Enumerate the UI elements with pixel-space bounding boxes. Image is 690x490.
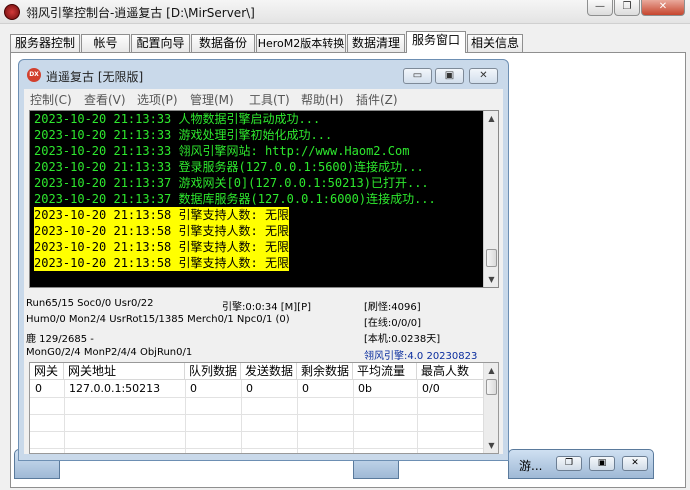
menu-plugins[interactable]: 插件(Z) — [356, 91, 398, 108]
log-line: 2023-10-20 21:13:33 翎风引擎网站: http://www.H… — [34, 144, 410, 158]
inner-minimize-button[interactable]: ▭ — [403, 68, 432, 84]
table-cell-queue[interactable]: 0 — [185, 380, 197, 397]
log-line-highlight: 2023-10-20 21:13:58 引擎支持人数: 无限 — [34, 239, 289, 255]
log-line: 2023-10-20 21:13:33 游戏处理引擎初始化成功... — [34, 128, 333, 142]
close-button[interactable]: ✕ — [641, 0, 685, 16]
mini-restore-icon[interactable]: ❐ — [556, 456, 582, 471]
tab-data-cleanup[interactable]: 数据清理 — [347, 34, 405, 53]
scroll-down-icon[interactable]: ▼ — [484, 272, 499, 287]
inner-close-button[interactable]: ✕ — [469, 68, 498, 84]
table-cell-max[interactable]: 0/0 — [417, 380, 440, 397]
scroll-thumb[interactable] — [486, 379, 497, 395]
status-deer: 鹿 129/2685 - — [26, 334, 94, 345]
table-cell-avg[interactable]: 0b — [353, 380, 372, 397]
col-remain-data[interactable]: 剩余数据 — [297, 363, 353, 380]
scroll-down-icon[interactable]: ▼ — [484, 438, 498, 453]
col-queue-data[interactable]: 队列数据 — [185, 363, 241, 380]
log-line-highlight: 2023-10-20 21:13:58 引擎支持人数: 无限 — [34, 207, 289, 223]
table-cell-address[interactable]: 127.0.0.1:50213 — [64, 380, 160, 397]
service-window-title: 逍遥复古 [无限版] — [46, 70, 144, 84]
minimize-button[interactable]: — — [587, 0, 613, 16]
log-line: 2023-10-20 21:13:33 人物数据引擎启动成功... — [34, 112, 321, 126]
status-hum: Hum0/0 Mon2/4 UsrRot15/1385 Merch0/1 Npc… — [26, 314, 290, 325]
inner-maximize-button[interactable]: ▣ — [435, 68, 464, 84]
status-refresh: [刷怪:4096] — [364, 302, 421, 313]
main-window-title: 翎风引擎控制台-逍遥复古 [D:\MirServer\] — [26, 6, 255, 20]
col-send-data[interactable]: 发送数据 — [241, 363, 297, 380]
tab-related-info[interactable]: 相关信息 — [467, 34, 523, 53]
log-console[interactable]: 2023-10-20 21:13:33 人物数据引擎启动成功... 2023-1… — [29, 110, 499, 288]
menu-control[interactable]: 控制(C) — [30, 91, 72, 108]
log-line-highlight: 2023-10-20 21:13:58 引擎支持人数: 无限 — [34, 223, 289, 239]
scroll-up-icon[interactable]: ▲ — [484, 363, 498, 378]
menu-bar: 控制(C) 查看(V) 选项(P) 管理(M) 工具(T) 帮助(H) 插件(Z… — [24, 89, 503, 108]
tab-herom2-convert[interactable]: HeroM2版本转换 — [256, 34, 346, 53]
service-window: DX 逍遥复古 [无限版] ▭ ▣ ✕ 控制(C) 查看(V) 选项(P) 管理… — [18, 59, 509, 461]
restore-button[interactable]: ❐ — [614, 0, 640, 16]
log-line: 2023-10-20 21:13:33 登录服务器(127.0.0.1:5600… — [34, 160, 424, 174]
status-run: Run65/15 Soc0/0 Usr0/22 — [26, 298, 154, 309]
dx-logo-icon: DX — [27, 68, 41, 82]
tab-config-wizard[interactable]: 配置向导 — [131, 34, 190, 53]
log-line-highlight: 2023-10-20 21:13:58 引擎支持人数: 无限 — [34, 255, 289, 271]
menu-tools[interactable]: 工具(T) — [249, 91, 290, 108]
menu-help[interactable]: 帮助(H) — [301, 91, 343, 108]
service-window-title-bar: DX 逍遥复古 [无限版] ▭ ▣ ✕ — [19, 60, 508, 90]
table-cell-send[interactable]: 0 — [241, 380, 253, 397]
menu-view[interactable]: 查看(V) — [84, 91, 126, 108]
grid-line — [30, 397, 484, 398]
menu-options[interactable]: 选项(P) — [137, 91, 178, 108]
scroll-thumb[interactable] — [486, 249, 497, 267]
table-scrollbar[interactable]: ▲ ▼ — [483, 363, 498, 453]
log-lines: 2023-10-20 21:13:33 人物数据引擎启动成功... 2023-1… — [34, 111, 436, 271]
grid-line — [30, 414, 484, 415]
grid-line — [30, 448, 484, 449]
tab-service-window[interactable]: 服务窗口 — [406, 31, 466, 53]
app-logo-icon — [4, 4, 20, 20]
table-cell-gateway[interactable]: 0 — [30, 380, 42, 397]
main-title-bar: 翎风引擎控制台-逍遥复古 [D:\MirServer\] — ❐ ✕ — [0, 0, 690, 24]
status-engine-time: 引擎:0:0:34 [M][P] — [222, 302, 311, 313]
col-gateway[interactable]: 网关 — [30, 363, 64, 380]
tab-server-control[interactable]: 服务器控制 — [10, 34, 80, 53]
gateway-table: 网关 网关地址 队列数据 发送数据 剩余数据 平均流量 最高人数 0 127.0… — [29, 362, 499, 454]
menu-manage[interactable]: 管理(M) — [190, 91, 234, 108]
log-scrollbar[interactable]: ▲ ▼ — [483, 111, 498, 287]
minimized-window-game[interactable]: 游... ❐ ▣ ✕ — [508, 449, 654, 479]
mini-maximize-icon[interactable]: ▣ — [589, 456, 615, 471]
log-line: 2023-10-20 21:13:37 数据库服务器(127.0.0.1:600… — [34, 192, 436, 206]
col-avg-flow[interactable]: 平均流量 — [353, 363, 417, 380]
status-mon: MonG0/2/4 MonP2/4/4 ObjRun0/1 — [26, 347, 193, 358]
tab-data-backup[interactable]: 数据备份 — [191, 34, 255, 53]
status-local: [本机:0.0238天] — [364, 334, 441, 345]
engine-version: 翎风引擎:4.0 20230823 — [364, 351, 478, 362]
scroll-up-icon[interactable]: ▲ — [484, 111, 499, 126]
log-line: 2023-10-20 21:13:37 游戏网关[0](127.0.0.1:50… — [34, 176, 429, 190]
col-max-users[interactable]: 最高人数 — [417, 363, 484, 380]
mini-close-icon[interactable]: ✕ — [622, 456, 648, 471]
minimized-window-label: 游... — [519, 459, 543, 473]
table-cell-remain[interactable]: 0 — [297, 380, 309, 397]
grid-line — [30, 431, 484, 432]
tab-account[interactable]: 帐号 — [81, 34, 130, 53]
status-online: [在线:0/0/0] — [364, 318, 421, 329]
col-gateway-address[interactable]: 网关地址 — [64, 363, 185, 380]
service-window-client: 2023-10-20 21:13:33 人物数据引擎启动成功... 2023-1… — [24, 108, 503, 454]
